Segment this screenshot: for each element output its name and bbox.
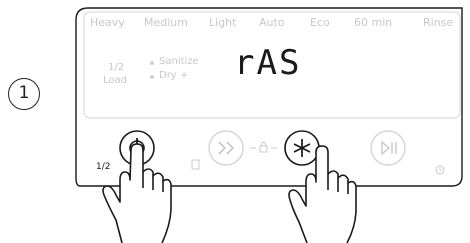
display-readout: rAS bbox=[234, 43, 302, 83]
asterisk-button[interactable] bbox=[284, 130, 320, 166]
option-dot-sanitize bbox=[150, 61, 154, 65]
program-light: Light bbox=[209, 16, 237, 29]
power-caption: 1/2 bbox=[96, 162, 111, 172]
option-dot-dry bbox=[150, 75, 154, 79]
half-load-line2: Load bbox=[103, 75, 127, 86]
option-sanitize: Sanitize bbox=[159, 56, 199, 67]
start-pause-button[interactable] bbox=[370, 130, 406, 166]
option-dry: Dry + bbox=[159, 70, 189, 81]
lock-icon bbox=[250, 141, 277, 153]
control-panel-drawing bbox=[75, 7, 463, 243]
program-medium: Medium bbox=[144, 16, 188, 29]
delay-button[interactable] bbox=[208, 130, 244, 166]
half-load-line1: 1/2 bbox=[108, 62, 125, 73]
hand-left-icon bbox=[102, 143, 172, 243]
program-rinse: Rinse bbox=[423, 16, 454, 29]
half-load-icon bbox=[191, 159, 200, 170]
program-60min: 60 min bbox=[354, 16, 393, 29]
hand-right-icon bbox=[288, 145, 357, 243]
diagram: 1 Heavy Medium Light Auto Eco 60 min Rin… bbox=[0, 0, 470, 243]
program-auto: Auto bbox=[259, 16, 285, 29]
clock-icon bbox=[435, 165, 445, 175]
program-heavy: Heavy bbox=[90, 16, 125, 29]
program-eco: Eco bbox=[310, 16, 330, 29]
